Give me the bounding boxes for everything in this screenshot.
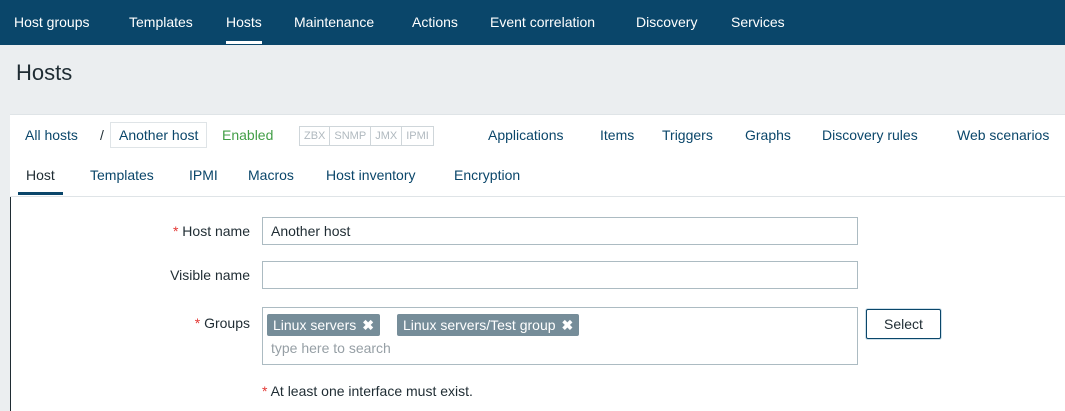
link-triggers[interactable]: Triggers [662, 115, 713, 155]
tab-ipmi[interactable]: IPMI [189, 155, 218, 195]
group-chip-label: Linux servers [273, 317, 357, 333]
tab-host[interactable]: Host [18, 155, 63, 195]
remove-chip-icon[interactable]: ✖ [562, 317, 574, 333]
breadcrumb-separator: / [100, 127, 104, 143]
availability-snmp: SNMP [330, 127, 372, 145]
visible-name-label: Visible name [170, 267, 250, 283]
link-applications[interactable]: Applications [488, 115, 564, 155]
nav-hosts[interactable]: Hosts [226, 0, 262, 44]
required-mark: * [172, 223, 179, 239]
nav-templates[interactable]: Templates [129, 0, 193, 44]
availability-zbx: ZBX [300, 127, 331, 145]
interface-note-text: At least one interface must exist. [270, 383, 473, 399]
select-groups-button[interactable]: Select [866, 309, 941, 339]
availability-indicators: ZBX SNMP JMX IPMI [299, 126, 434, 146]
nav-event-correlation[interactable]: Event correlation [490, 0, 595, 44]
host-name-input[interactable]: Another host [262, 217, 858, 245]
host-form: * Host name Another host Visible name * … [10, 197, 1065, 411]
group-chip: Linux servers ✖ [267, 314, 380, 336]
link-items[interactable]: Items [600, 115, 634, 155]
group-chip-label: Linux servers/Test group [403, 317, 556, 333]
link-web-scenarios[interactable]: Web scenarios [957, 115, 1049, 155]
tab-templates[interactable]: Templates [90, 155, 154, 195]
page-title: Hosts [16, 60, 73, 85]
breadcrumb-all-hosts[interactable]: All hosts [25, 115, 78, 155]
tab-macros[interactable]: Macros [248, 155, 294, 195]
form-tabs: Host Templates IPMI Macros Host inventor… [10, 155, 1065, 197]
groups-label-text: Groups [204, 315, 250, 331]
tab-host-inventory[interactable]: Host inventory [326, 155, 415, 195]
link-graphs[interactable]: Graphs [745, 115, 791, 155]
required-mark: * [262, 383, 268, 399]
nav-services[interactable]: Services [731, 0, 785, 44]
nav-maintenance[interactable]: Maintenance [294, 0, 374, 44]
nav-actions[interactable]: Actions [412, 0, 458, 44]
breadcrumb-current-host[interactable]: Another host [110, 122, 208, 148]
nav-host-groups[interactable]: Host groups [14, 0, 89, 44]
availability-jmx: JMX [371, 127, 403, 145]
breadcrumb: All hosts / Another host Enabled ZBX SNM… [10, 114, 1065, 156]
availability-ipmi: IPMI [406, 130, 429, 142]
nav-discovery[interactable]: Discovery [636, 0, 697, 44]
link-discovery-rules[interactable]: Discovery rules [822, 115, 918, 155]
host-name-label-text: Host name [182, 223, 250, 239]
group-chip: Linux servers/Test group ✖ [397, 314, 580, 336]
interface-requirement-note: * At least one interface must exist. [262, 383, 473, 399]
visible-name-input[interactable] [262, 261, 858, 289]
required-mark: * [194, 315, 201, 331]
remove-chip-icon[interactable]: ✖ [362, 317, 374, 333]
tab-encryption[interactable]: Encryption [454, 155, 520, 195]
groups-search-input[interactable]: type here to search [271, 340, 391, 356]
host-name-label: * Host name [10, 223, 250, 239]
top-navigation: Host groups Templates Hosts Maintenance … [0, 0, 1065, 45]
groups-label: * Groups [10, 315, 250, 331]
host-status-enabled[interactable]: Enabled [222, 115, 273, 155]
groups-multiselect[interactable]: Linux servers ✖ Linux servers/Test group ✖… [262, 307, 858, 365]
panel-left-border [10, 197, 11, 411]
